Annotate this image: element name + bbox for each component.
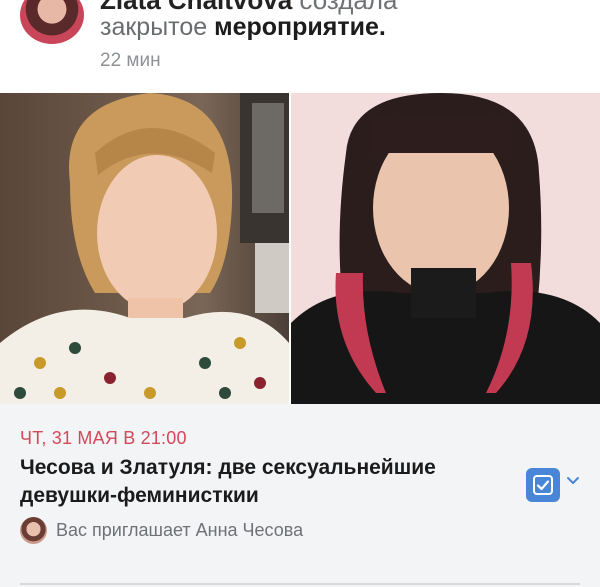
author-avatar[interactable] xyxy=(20,0,84,44)
checkbox-checked-icon xyxy=(533,475,553,495)
event-photos[interactable] xyxy=(0,93,600,404)
action-text: закрытое xyxy=(100,13,208,41)
post-header: Zlata Chaitvova создала закрытое меропри… xyxy=(0,0,600,92)
inviter-avatar xyxy=(20,517,47,544)
chevron-down-icon[interactable] xyxy=(566,474,580,488)
divider xyxy=(20,583,580,585)
event-date: ЧТ, 31 МАЯ В 21:00 xyxy=(20,428,187,448)
photo-left[interactable] xyxy=(0,93,289,404)
action-bold: мероприятие. xyxy=(214,13,386,41)
event-card[interactable]: ЧТ, 31 МАЯ В 21:00 Чесова и Златуля: две… xyxy=(0,404,600,587)
invite-text: Вас приглашает Анна Чесова xyxy=(56,520,304,540)
photo-right[interactable] xyxy=(291,93,600,404)
attend-status-button[interactable] xyxy=(526,468,560,502)
event-title[interactable]: Чесова и Златуля: две сексуальнейшие дев… xyxy=(20,454,500,510)
action-line: закрытое мероприятие. xyxy=(100,12,386,42)
post-time[interactable]: 22 мин xyxy=(100,50,161,72)
